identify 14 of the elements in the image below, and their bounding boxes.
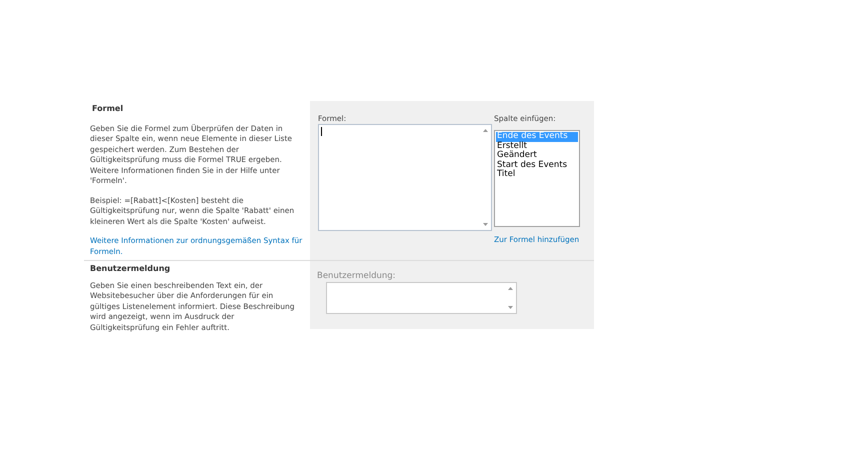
column-option[interactable]: Geändert bbox=[496, 151, 578, 160]
section-title: Benutzermeldung bbox=[90, 264, 172, 274]
scroll-up-icon[interactable] bbox=[483, 129, 488, 132]
section-title: Formel bbox=[91, 104, 124, 114]
column-option[interactable]: Erstellt bbox=[496, 142, 578, 151]
message-field[interactable] bbox=[326, 282, 517, 314]
column-option[interactable]: Titel bbox=[496, 170, 578, 180]
scroll-down-icon[interactable] bbox=[483, 223, 488, 226]
scroll-down-icon[interactable] bbox=[508, 306, 513, 309]
scroll-up-icon[interactable] bbox=[508, 287, 513, 290]
column-listbox[interactable]: Ende des Events Erstellt Geändert Start des Events Titel bbox=[494, 130, 580, 227]
column-option[interactable]: Start des Events bbox=[496, 160, 578, 170]
field-label: Benutzermeldung: bbox=[317, 270, 397, 282]
formula-field[interactable] bbox=[318, 124, 492, 231]
